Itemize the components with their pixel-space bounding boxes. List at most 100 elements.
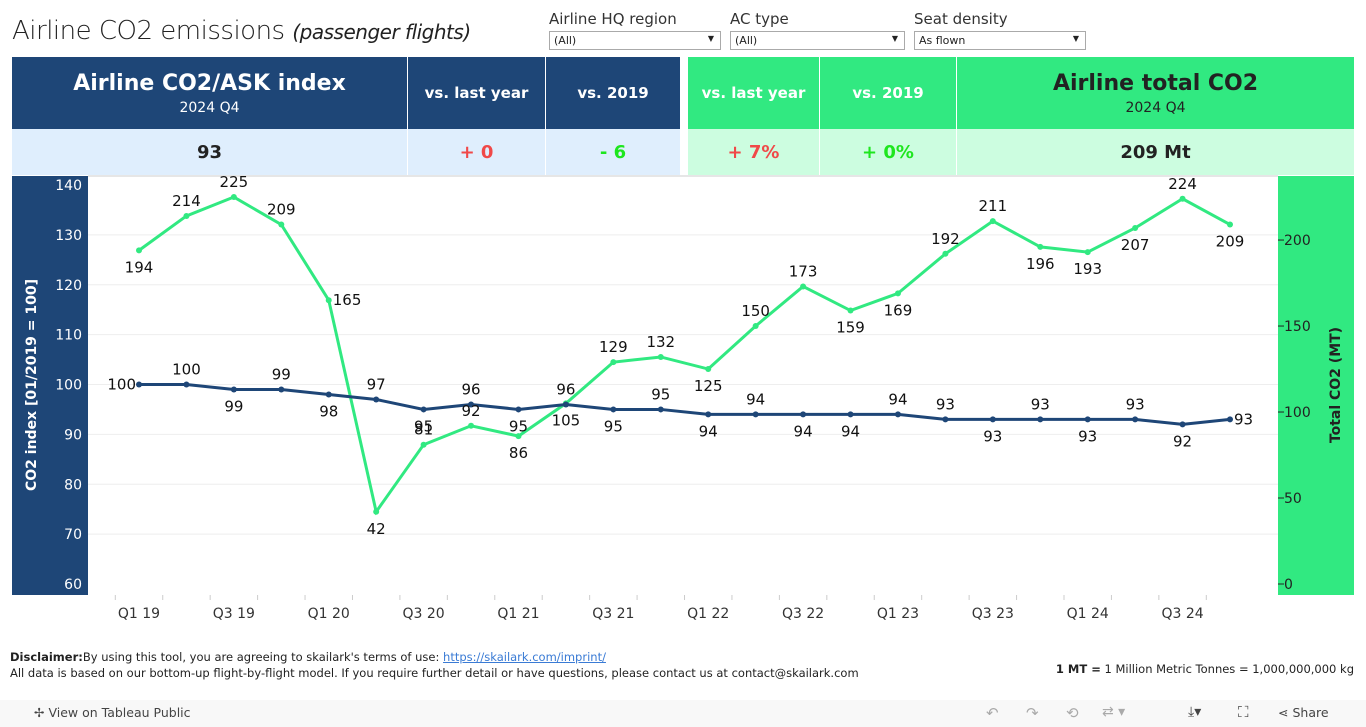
refresh-icon[interactable]: ⇄ ▾ <box>1102 704 1125 720</box>
index-point[interactable] <box>136 381 142 388</box>
share-label: Share <box>1292 705 1329 720</box>
total-point[interactable] <box>1037 243 1044 250</box>
index-point[interactable] <box>989 416 996 423</box>
index-point[interactable] <box>847 411 854 418</box>
total-data-label: 194 <box>125 258 154 276</box>
revert-icon[interactable]: ⟲ <box>1066 704 1079 722</box>
index-data-label: 95 <box>651 385 670 403</box>
index-point[interactable] <box>183 381 190 388</box>
x-tick-label: Q1 20 <box>308 606 350 622</box>
index-data-label: 95 <box>509 417 528 435</box>
total-line <box>138 195 1231 516</box>
index-point[interactable] <box>1227 416 1233 423</box>
total-data-label: 214 <box>172 192 201 210</box>
total-point[interactable] <box>894 290 901 297</box>
index-point[interactable] <box>230 386 237 393</box>
total-point[interactable] <box>1179 195 1186 202</box>
x-tick-label: Q1 21 <box>497 606 539 622</box>
right-tick-label: 200 <box>1284 233 1311 249</box>
index-data-label: 97 <box>367 375 386 393</box>
total-point[interactable] <box>657 353 664 360</box>
index-point[interactable] <box>373 396 380 403</box>
index-line <box>139 383 1231 426</box>
total-point[interactable] <box>847 307 854 314</box>
view-on-tableau-button[interactable]: ✢ View on Tableau Public <box>34 705 191 720</box>
total-point[interactable] <box>420 441 427 448</box>
right-tick-label: 0 <box>1284 577 1293 593</box>
total-point[interactable] <box>230 194 237 201</box>
total-point[interactable] <box>800 283 807 290</box>
total-data-label: 224 <box>1168 175 1197 193</box>
index-point[interactable] <box>705 411 712 418</box>
view-label: View on Tableau Public <box>48 705 191 720</box>
total-point[interactable] <box>373 508 380 515</box>
total-point[interactable] <box>752 323 759 330</box>
total-data-label: 193 <box>1073 260 1102 278</box>
total-data-label: 150 <box>741 302 770 320</box>
total-data-label: 169 <box>884 301 913 319</box>
total-data-label: 159 <box>836 319 865 337</box>
x-tick-label: Q3 22 <box>782 606 824 622</box>
index-data-label: 99 <box>272 365 291 383</box>
fullscreen-icon[interactable]: ⛶ <box>1238 703 1249 721</box>
total-data-label: 132 <box>646 333 675 351</box>
index-point[interactable] <box>1179 421 1186 428</box>
index-data-label: 95 <box>414 417 433 435</box>
index-point[interactable] <box>1037 416 1044 423</box>
index-point[interactable] <box>325 391 332 398</box>
total-data-label: 105 <box>552 411 581 429</box>
total-point[interactable] <box>1132 224 1139 231</box>
index-data-label: 93 <box>983 427 1002 445</box>
total-data-label: 209 <box>1216 233 1245 251</box>
right-tick-label: 100 <box>1284 405 1311 421</box>
total-point[interactable] <box>705 366 712 373</box>
download-icon[interactable]: ⤓▾ <box>1188 704 1201 720</box>
index-data-label: 96 <box>461 380 480 398</box>
left-tick-label: 110 <box>55 328 82 344</box>
index-point[interactable] <box>610 406 617 413</box>
total-point[interactable] <box>325 297 332 304</box>
total-point[interactable] <box>1084 249 1091 256</box>
x-tick-label: Q1 24 <box>1067 606 1109 622</box>
index-data-label: 93 <box>1031 395 1050 413</box>
total-data-label: 192 <box>931 230 960 248</box>
index-point[interactable] <box>420 406 427 413</box>
total-data-label: 125 <box>694 377 723 395</box>
left-tick-label: 90 <box>64 427 82 443</box>
total-data-label: 211 <box>979 197 1008 215</box>
left-tick-label: 60 <box>64 577 82 593</box>
total-data-label: 225 <box>220 173 249 191</box>
index-point[interactable] <box>657 406 664 413</box>
index-point[interactable] <box>278 386 285 393</box>
emissions-chart: 60 70 80 90 100 110 120 130 140 0 50 100 150 200 Q1 19… <box>12 173 1354 622</box>
index-point[interactable] <box>894 411 901 418</box>
index-point[interactable] <box>562 401 569 408</box>
index-data-label: 94 <box>746 390 765 408</box>
total-point[interactable] <box>468 422 475 429</box>
share-icon: ⋖ <box>1278 705 1289 720</box>
index-point[interactable] <box>1084 416 1091 423</box>
redo-icon[interactable]: ↷ <box>1026 704 1039 722</box>
total-point[interactable] <box>183 212 190 219</box>
index-point[interactable] <box>942 416 949 423</box>
index-data-label: 93 <box>936 395 955 413</box>
total-point[interactable] <box>1227 221 1233 228</box>
index-data-label: 94 <box>794 422 813 440</box>
total-point[interactable] <box>278 221 285 228</box>
index-point[interactable] <box>800 411 807 418</box>
index-data-label: 94 <box>699 422 718 440</box>
imprint-link[interactable]: https://skailark.com/imprint/ <box>443 650 606 664</box>
index-point[interactable] <box>1132 416 1139 423</box>
share-button[interactable]: ⋖ Share <box>1278 705 1329 720</box>
undo-icon[interactable]: ↶ <box>986 704 999 722</box>
total-point[interactable] <box>136 247 142 254</box>
unit-text: 1 Million Metric Tonnes = 1,000,000,000 … <box>1104 662 1354 676</box>
x-tick-label: Q1 19 <box>118 606 160 622</box>
total-point[interactable] <box>610 359 617 366</box>
index-point[interactable] <box>752 411 759 418</box>
index-point[interactable] <box>515 406 522 413</box>
total-point[interactable] <box>942 250 949 257</box>
index-data-label: 95 <box>604 417 623 435</box>
total-point[interactable] <box>989 218 996 225</box>
right-tick-label: 150 <box>1284 319 1311 335</box>
